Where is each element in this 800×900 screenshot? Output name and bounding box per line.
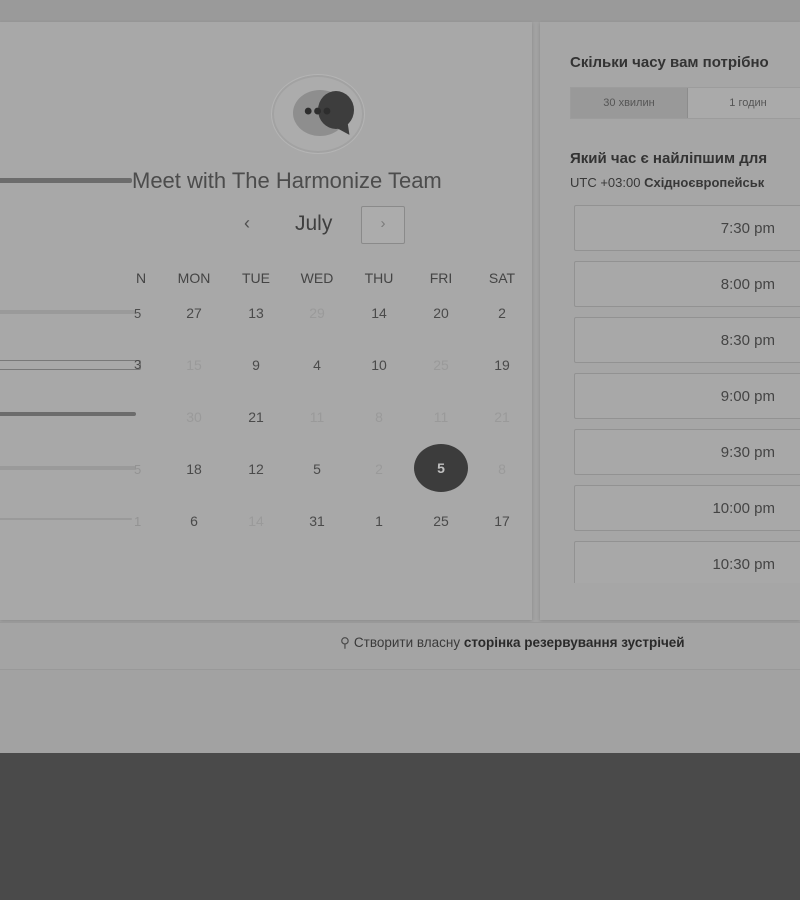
page-bottom-area <box>0 753 800 900</box>
time-slot-label: 7:30 pm <box>720 220 775 237</box>
ghost-field-line <box>0 412 136 416</box>
next-month-button[interactable]: › <box>361 206 405 244</box>
time-slot-label: 10:30 pm <box>712 556 775 573</box>
calendar-day[interactable]: 5 <box>297 461 337 477</box>
meeting-title: Meet with The Harmonize Team <box>132 168 442 193</box>
calendar-day[interactable]: 9 <box>236 357 276 373</box>
time-slot-button[interactable]: 9:30 pm <box>574 429 800 475</box>
calendar-day[interactable]: 2 <box>482 305 522 321</box>
calendar-day-disabled: 11 <box>433 409 449 425</box>
timezone-name: Східноєвропейськ <box>644 175 765 190</box>
weekday-thu: THU <box>364 270 394 286</box>
ghost-day: 1 <box>134 514 142 529</box>
ghost-field-line <box>0 518 132 520</box>
ghost-day: 5 <box>134 462 142 477</box>
calendar-day-disabled: 8 <box>375 409 383 425</box>
ghost-input-field <box>0 360 141 370</box>
calendar-day-disabled: 30 <box>186 409 202 425</box>
calendar-day[interactable]: 18 <box>174 461 214 477</box>
weekday-wed: WED <box>300 270 334 286</box>
create-booking-page-link[interactable]: ⚲ Створити власну сторінка резервування з… <box>340 635 685 651</box>
hubspot-sprocket-icon: ⚲ <box>340 635 350 650</box>
calendar-day[interactable]: 12 <box>236 461 276 477</box>
weekday-tue: TUE <box>242 270 270 286</box>
calendar-day-disabled: 14 <box>248 513 264 529</box>
duration-1-hour-button[interactable]: 1 годин <box>688 88 800 118</box>
time-slot-button[interactable]: 8:30 pm <box>574 317 800 363</box>
time-slot-label: 9:30 pm <box>720 444 775 461</box>
calendar-day[interactable]: 14 <box>359 305 399 321</box>
calendar-day[interactable]: 17 <box>482 513 522 529</box>
top-strip <box>0 0 800 22</box>
prev-month-button[interactable]: ‹ <box>244 213 250 234</box>
calendar-day[interactable]: 6 <box>174 513 214 529</box>
time-slot-list[interactable]: 7:30 pm 8:00 pm 8:30 pm 9:00 pm 9:30 pm … <box>574 205 800 583</box>
time-slot-button[interactable]: 10:30 pm <box>574 541 800 583</box>
time-slot-button[interactable]: 7:30 pm <box>574 205 800 251</box>
calendar-day-disabled: 8 <box>498 461 506 477</box>
ellipsis-icon: ••• <box>304 98 333 125</box>
time-slot-label: 9:00 pm <box>720 388 775 405</box>
calendar-day-disabled: 21 <box>494 409 510 425</box>
month-label: July <box>295 212 333 235</box>
calendar-day-selected[interactable]: 5 <box>414 444 468 492</box>
footer-bold-text: сторінка резервування зустрічей <box>463 635 685 650</box>
weekday-sat: SAT <box>488 270 516 286</box>
calendar-day-disabled: 15 <box>186 357 202 373</box>
calendar-day[interactable]: 20 <box>421 305 461 321</box>
time-slot-label: 10:00 pm <box>712 500 775 517</box>
timezone-code: UTC +03:00 <box>570 175 641 190</box>
time-slot-label: 8:00 pm <box>720 276 775 293</box>
calendar-day-disabled: 25 <box>433 357 449 373</box>
time-slot-button[interactable]: 9:00 pm <box>574 373 800 419</box>
calendar-day[interactable]: 13 <box>236 305 276 321</box>
ghost-heading-line <box>0 178 132 183</box>
duration-30-min-button[interactable]: 30 хвилин <box>571 88 688 118</box>
time-question: Який час є найліпшим для <box>570 150 768 167</box>
ghost-field-line <box>0 310 136 314</box>
ghost-field-line <box>0 466 136 470</box>
time-slot-button[interactable]: 10:00 pm <box>574 485 800 531</box>
ghost-day: 5 <box>134 306 142 321</box>
calendar-card <box>0 22 532 620</box>
calendar-day[interactable]: 10 <box>359 357 399 373</box>
calendar-day[interactable]: 31 <box>297 513 337 529</box>
weekday-mon: MON <box>177 270 211 286</box>
calendar-day-disabled: 29 <box>309 305 325 321</box>
calendar-day[interactable]: 25 <box>421 513 461 529</box>
weekday-fri: FRI <box>429 270 453 286</box>
time-slot-label: 8:30 pm <box>720 332 775 349</box>
calendar-day[interactable]: 19 <box>482 357 522 373</box>
timezone-selector[interactable]: UTC +03:00 Східноєвропейськ <box>570 175 764 190</box>
calendar-day[interactable]: 27 <box>174 305 214 321</box>
weekday-sun: N <box>136 270 147 286</box>
ghost-day: 3 <box>134 357 142 372</box>
calendar-day[interactable]: 21 <box>236 409 276 425</box>
calendar-day-disabled: 11 <box>309 409 325 425</box>
calendar-day[interactable]: 1 <box>359 513 399 529</box>
duration-selector: 30 хвилин 1 годин <box>570 87 800 119</box>
time-slot-button[interactable]: 8:00 pm <box>574 261 800 307</box>
duration-question: Скільки часу вам потрібно <box>570 54 769 71</box>
calendar-day[interactable]: 4 <box>297 357 337 373</box>
calendar-day-disabled: 2 <box>375 461 383 477</box>
footer-text: Створити власну <box>353 635 461 650</box>
